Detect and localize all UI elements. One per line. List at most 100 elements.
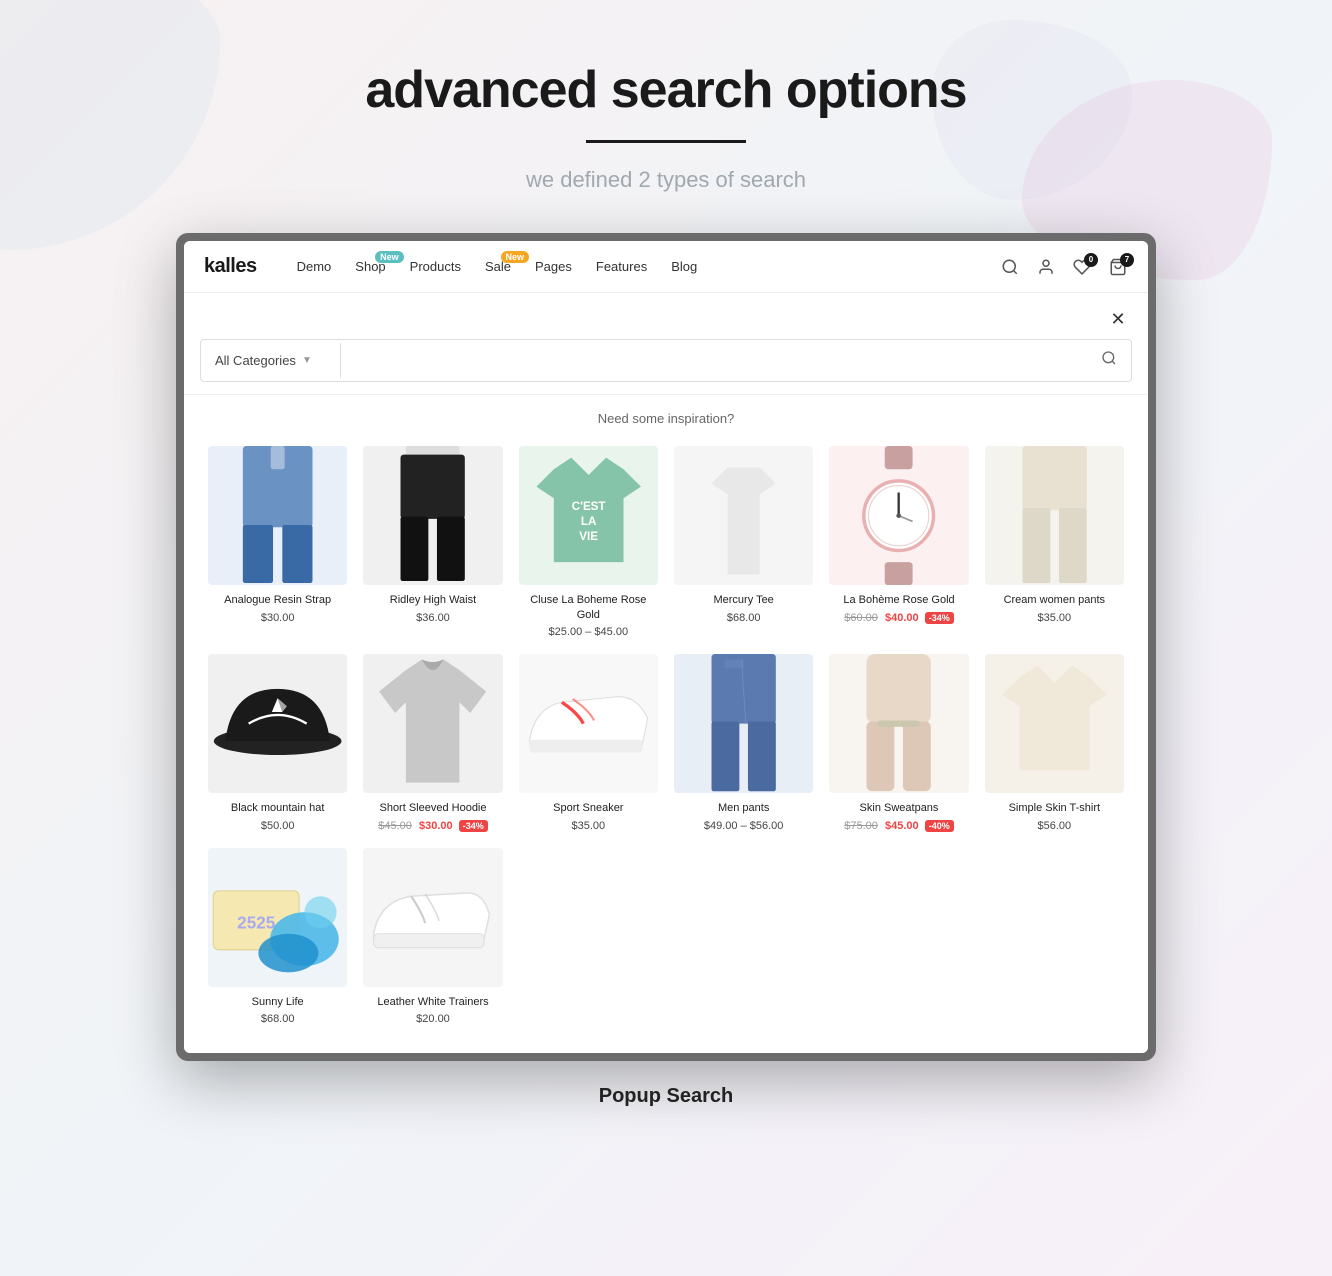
discount-badge: -34% [459, 820, 488, 832]
product-name: Men pants [674, 801, 813, 815]
product-name: Black mountain hat [208, 801, 347, 815]
svg-text:LA: LA [581, 515, 597, 528]
product-card[interactable]: C'EST LA VIE Cluse La Boheme Rose Gold $… [511, 438, 666, 646]
product-image [363, 446, 502, 585]
product-card[interactable]: Men pants $49.00 – $56.00 [666, 646, 821, 840]
shop-badge: New [375, 251, 404, 263]
product-image [985, 654, 1124, 793]
product-name: Sunny Life [208, 995, 347, 1009]
sale-badge: New [501, 251, 530, 263]
product-price: $68.00 [674, 612, 813, 624]
product-price: $50.00 [208, 820, 347, 832]
browser-window: kalles Demo Shop New Products Sale New P… [176, 233, 1156, 1061]
category-label: All Categories [215, 353, 296, 368]
product-image: C'EST LA VIE [519, 446, 658, 585]
product-card[interactable]: Short Sleeved Hoodie $45.00 $30.00 -34% [355, 646, 510, 840]
nav-link-features[interactable]: Features [596, 259, 647, 274]
product-name: Leather White Trainers [363, 995, 502, 1009]
product-price: $56.00 [985, 820, 1124, 832]
search-modal: ✕ All Categories ▼ Need some inspiration… [184, 293, 1148, 1053]
svg-text:C'EST: C'EST [571, 500, 605, 513]
svg-text:2525: 2525 [237, 912, 276, 932]
product-price: $68.00 [208, 1013, 347, 1025]
category-select[interactable]: All Categories ▼ [201, 343, 341, 378]
product-name: La Bohème Rose Gold [829, 593, 968, 607]
logo[interactable]: kalles [204, 255, 257, 278]
product-card[interactable]: Skin Sweatpans $75.00 $45.00 -40% [821, 646, 976, 840]
product-image [985, 446, 1124, 585]
product-name: Simple Skin T-shirt [985, 801, 1124, 815]
user-icon[interactable] [1036, 257, 1056, 277]
page-subtitle: we defined 2 types of search [0, 167, 1332, 193]
search-icon[interactable] [1000, 257, 1020, 277]
product-price: $30.00 [208, 612, 347, 624]
product-price: $20.00 [363, 1013, 502, 1025]
wishlist-badge: 0 [1084, 253, 1098, 267]
product-card[interactable]: 2525 Sunny Life $68.00 [200, 840, 355, 1034]
cart-icon[interactable]: 7 [1108, 257, 1128, 277]
search-submit-icon[interactable] [1087, 340, 1131, 381]
price-original: $75.00 [844, 820, 878, 832]
product-name: Ridley High Waist [363, 593, 502, 607]
nav-link-demo[interactable]: Demo [297, 259, 332, 274]
wishlist-icon[interactable]: 0 [1072, 257, 1092, 277]
modal-close-bar: ✕ [184, 293, 1148, 339]
navbar: kalles Demo Shop New Products Sale New P… [184, 241, 1148, 293]
price-sale: $30.00 [419, 820, 453, 832]
product-name: Skin Sweatpans [829, 801, 968, 815]
nav-link-sale[interactable]: Sale New [485, 259, 511, 274]
product-name: Short Sleeved Hoodie [363, 801, 502, 815]
inspiration-label: Need some inspiration? [184, 394, 1148, 438]
product-name: Cluse La Boheme Rose Gold [519, 593, 658, 622]
product-price: $75.00 $45.00 -40% [829, 820, 968, 832]
product-card[interactable]: Leather White Trainers $20.00 [355, 840, 510, 1034]
product-image [674, 446, 813, 585]
nav-link-pages[interactable]: Pages [535, 259, 572, 274]
product-price: $49.00 – $56.00 [674, 820, 813, 832]
price-original: $60.00 [844, 612, 878, 624]
price-sale: $45.00 [885, 820, 919, 832]
product-price: $25.00 – $45.00 [519, 626, 658, 638]
product-image [363, 848, 502, 987]
product-image [519, 654, 658, 793]
product-name: Sport Sneaker [519, 801, 658, 815]
nav-links: Demo Shop New Products Sale New Pages Fe… [297, 259, 1000, 274]
product-name: Mercury Tee [674, 593, 813, 607]
discount-badge: -40% [925, 820, 954, 832]
product-image: 2525 [208, 848, 347, 987]
product-image [829, 446, 968, 585]
svg-text:VIE: VIE [579, 530, 598, 543]
nav-link-shop[interactable]: Shop New [355, 259, 385, 274]
product-grid: Analogue Resin Strap $30.00 Ridley High … [184, 438, 1148, 1053]
product-card[interactable]: Cream women pants $35.00 [977, 438, 1132, 646]
price-original: $45.00 [378, 820, 412, 832]
price-sale: $40.00 [885, 612, 919, 624]
page-header: advanced search options we defined 2 typ… [0, 0, 1332, 233]
nav-link-blog[interactable]: Blog [671, 259, 697, 274]
product-card[interactable]: Sport Sneaker $35.00 [511, 646, 666, 840]
product-price: $60.00 $40.00 -34% [829, 612, 968, 624]
chevron-down-icon: ▼ [302, 355, 312, 366]
title-underline [586, 140, 746, 143]
search-input[interactable] [341, 343, 1087, 379]
product-image [829, 654, 968, 793]
product-card[interactable]: Ridley High Waist $36.00 [355, 438, 510, 646]
product-price: $36.00 [363, 612, 502, 624]
product-card[interactable]: Black mountain hat $50.00 [200, 646, 355, 840]
product-card[interactable]: Mercury Tee $68.00 [666, 438, 821, 646]
product-name: Analogue Resin Strap [208, 593, 347, 607]
product-price: $35.00 [519, 820, 658, 832]
cart-badge: 7 [1120, 253, 1134, 267]
nav-icons: 0 7 [1000, 257, 1128, 277]
product-image [208, 654, 347, 793]
product-card[interactable]: Analogue Resin Strap $30.00 [200, 438, 355, 646]
product-image [208, 446, 347, 585]
browser-inner: kalles Demo Shop New Products Sale New P… [184, 241, 1148, 1053]
product-card[interactable]: La Bohème Rose Gold $60.00 $40.00 -34% [821, 438, 976, 646]
page-title: advanced search options [0, 60, 1332, 120]
nav-link-products[interactable]: Products [410, 259, 461, 274]
close-button[interactable]: ✕ [1104, 305, 1132, 333]
product-price: $35.00 [985, 612, 1124, 624]
product-card[interactable]: Simple Skin T-shirt $56.00 [977, 646, 1132, 840]
discount-badge: -34% [925, 612, 954, 624]
